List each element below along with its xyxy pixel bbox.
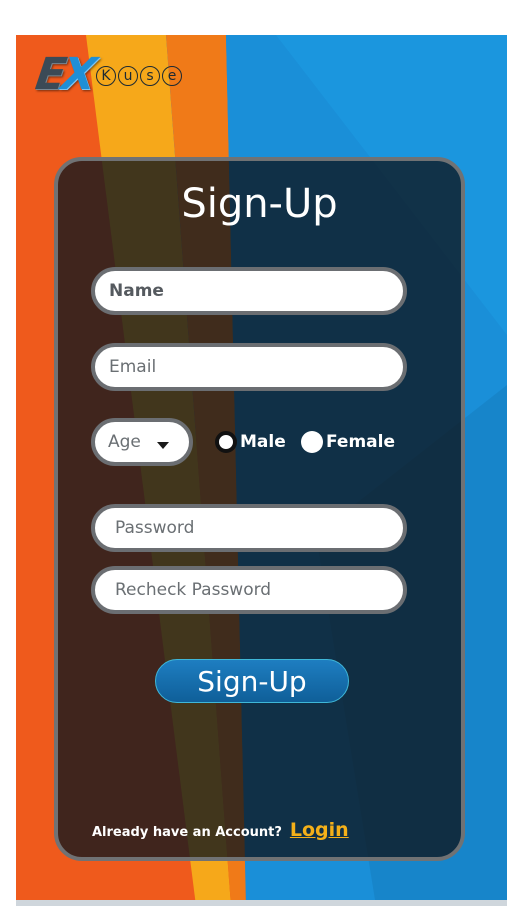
chevron-down-icon <box>157 442 169 449</box>
email-input[interactable]: Email <box>91 343 407 391</box>
password-input[interactable]: Password <box>91 504 407 552</box>
logo-letter-e: e <box>162 66 182 86</box>
logo-ex-mark: EX <box>32 48 96 100</box>
radio-unchecked-icon <box>301 431 323 453</box>
bottom-strip <box>16 900 507 906</box>
name-input[interactable]: Name <box>91 267 407 315</box>
recheck-password-input[interactable]: Recheck Password <box>91 566 407 614</box>
signup-button[interactable]: Sign-Up <box>155 659 349 703</box>
page-title: Sign-Up <box>181 181 338 227</box>
age-select[interactable]: Age <box>91 418 193 466</box>
radio-checked-icon <box>215 431 237 453</box>
age-select-label: Age <box>108 432 141 452</box>
login-prompt: Already have an Account? Login <box>92 819 349 841</box>
logo-letter-k: K <box>96 66 116 86</box>
login-question: Already have an Account? <box>92 825 282 840</box>
gender-radio-female[interactable]: Female <box>301 431 395 453</box>
app-screen: EX K u s e Sign-Up Name Email Age Male F… <box>16 35 507 906</box>
app-logo: EX K u s e <box>32 49 182 100</box>
login-link[interactable]: Login <box>290 819 349 841</box>
logo-circled-letters: K u s e <box>96 66 182 86</box>
gender-male-label: Male <box>240 432 286 452</box>
gender-female-label: Female <box>326 432 395 452</box>
logo-letter-u: u <box>118 66 138 86</box>
logo-letter-s: s <box>140 66 160 86</box>
signup-card: Sign-Up Name Email Age Male Female Passw… <box>54 157 465 861</box>
gender-radio-male[interactable]: Male <box>215 431 286 453</box>
